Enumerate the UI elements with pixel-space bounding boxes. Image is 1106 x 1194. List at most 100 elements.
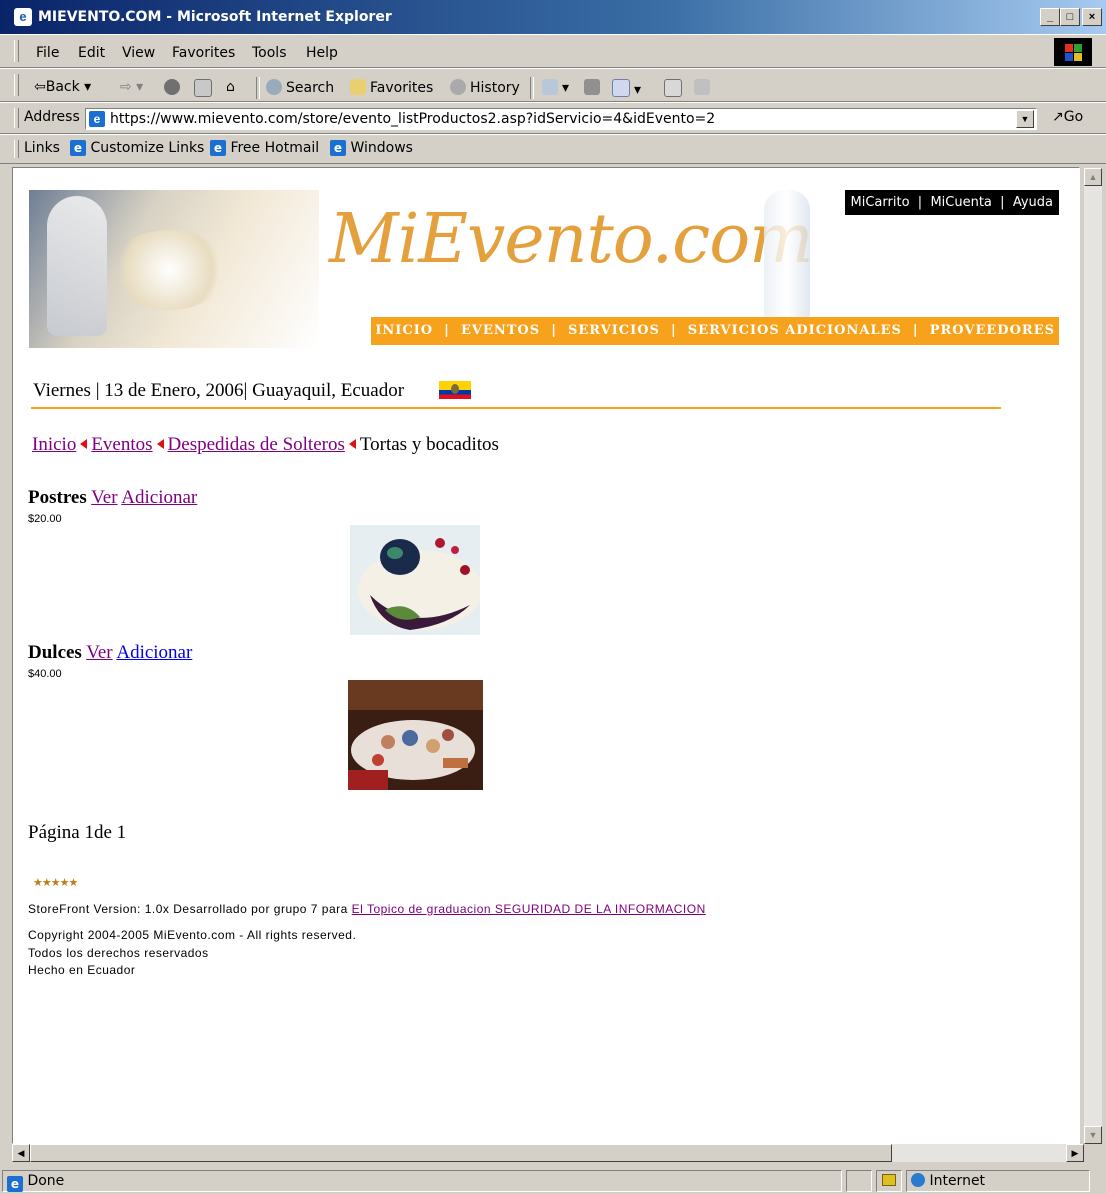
- date-line: Viernes | 13 de Enero, 2006| Guayaquil, …: [33, 380, 405, 401]
- horizontal-scroll-thumb[interactable]: [30, 1144, 892, 1162]
- history-label: History: [470, 80, 520, 96]
- toolbar-separator: [256, 77, 260, 99]
- print-icon: [584, 79, 600, 95]
- nav-eventos[interactable]: EVENTOS: [461, 323, 540, 338]
- forward-arrow-icon: ⇨ ▾: [120, 79, 144, 95]
- product-view-link[interactable]: Ver: [86, 642, 112, 663]
- scroll-right-icon[interactable]: ▶: [1066, 1144, 1084, 1162]
- breadcrumb-arrow-icon: [348, 439, 356, 449]
- nav-proveedores[interactable]: PROVEEDORES: [930, 323, 1055, 338]
- toolbar-grip: [14, 74, 19, 96]
- breadcrumb-despedidas[interactable]: Despedidas de Solteros: [168, 434, 345, 455]
- nav-ayuda[interactable]: Ayuda: [1013, 195, 1053, 210]
- vertical-scrollbar[interactable]: ▲ ▼: [1084, 168, 1102, 1144]
- bride-figure: [47, 196, 107, 336]
- address-dropdown-button[interactable]: ▼: [1016, 110, 1034, 128]
- links-bar: Links e Customize Links e Free Hotmail e…: [0, 134, 1106, 164]
- pagination: Página 1de 1: [28, 822, 127, 843]
- favorites-icon: [350, 79, 366, 95]
- discuss-button[interactable]: [664, 79, 686, 98]
- go-button[interactable]: ↗Go: [1052, 109, 1083, 125]
- breadcrumb-arrow-icon: [156, 439, 164, 449]
- product-dulces-image[interactable]: [348, 680, 483, 790]
- address-label: Address: [24, 109, 80, 125]
- made-in-text: Hecho en Ecuador: [28, 963, 136, 977]
- product-dulces: Dulces Ver Adicionar: [28, 642, 192, 664]
- edit-button[interactable]: ▾: [612, 79, 641, 98]
- breadcrumb-eventos[interactable]: Eventos: [91, 434, 152, 455]
- breadcrumb: Inicio Eventos Despedidas de Solteros Torta…: [32, 434, 499, 456]
- toolbar-separator-2: [530, 77, 534, 99]
- site-logo[interactable]: MiEvento.com: [329, 200, 814, 279]
- address-field[interactable]: e: [85, 108, 1037, 130]
- back-arrow-icon: ⇦: [34, 79, 46, 95]
- mail-icon: [542, 79, 558, 95]
- favorites-label: Favorites: [370, 80, 434, 96]
- go-label: Go: [1063, 109, 1084, 125]
- scroll-left-icon[interactable]: ◀: [12, 1144, 30, 1162]
- menu-favorites[interactable]: Favorites: [172, 45, 235, 61]
- status-pane-blank: [846, 1170, 872, 1192]
- search-button[interactable]: Search: [266, 79, 334, 96]
- link-hotmail[interactable]: e Free Hotmail: [210, 140, 319, 156]
- scroll-down-icon[interactable]: ▼: [1084, 1126, 1102, 1144]
- link-customize[interactable]: e Customize Links: [70, 140, 204, 156]
- nav-micuenta[interactable]: MiCuenta: [930, 195, 991, 210]
- link-windows-label: Windows: [350, 140, 413, 156]
- menu-file[interactable]: File: [36, 45, 59, 61]
- status-bar: e Done Internet: [0, 1168, 1106, 1194]
- back-button[interactable]: ⇦Back ▾: [34, 79, 91, 95]
- menu-view[interactable]: View: [122, 45, 155, 61]
- minimize-button[interactable]: _: [1040, 8, 1060, 26]
- link-windows[interactable]: e Windows: [330, 140, 413, 156]
- forward-button[interactable]: ⇨ ▾: [120, 79, 143, 95]
- horizontal-scrollbar[interactable]: ◀ ▶: [12, 1144, 1084, 1162]
- ie-link-icon: e: [330, 140, 346, 156]
- storefront-line: StoreFront Version: 1.0x Desarrollado po…: [28, 902, 706, 916]
- globe-icon: [911, 1173, 925, 1187]
- maximize-button[interactable]: □: [1060, 8, 1080, 26]
- menu-tools[interactable]: Tools: [252, 45, 287, 61]
- product-view-link[interactable]: Ver: [91, 487, 117, 508]
- scroll-up-icon[interactable]: ▲: [1084, 168, 1102, 186]
- close-button[interactable]: ×: [1082, 8, 1102, 26]
- rights-text: Todos los derechos reservados: [28, 945, 209, 960]
- messenger-icon: [694, 79, 710, 95]
- nav-micarrito[interactable]: MiCarrito: [851, 195, 910, 210]
- nav-servicios-adicionales[interactable]: SERVICIOS ADICIONALES: [688, 323, 902, 338]
- menu-grip[interactable]: [14, 40, 19, 62]
- history-button[interactable]: History: [450, 79, 520, 96]
- topico-link[interactable]: El Topico de graduacion SEGURIDAD DE LA …: [352, 902, 706, 916]
- menu-help[interactable]: Help: [306, 45, 338, 61]
- refresh-button[interactable]: [194, 79, 216, 98]
- home-button[interactable]: ⌂: [226, 79, 235, 95]
- menu-bar: File Edit View Favorites Tools Help: [0, 34, 1106, 68]
- champagne-glasses-icon: [764, 190, 810, 318]
- breadcrumb-inicio[interactable]: Inicio: [32, 434, 76, 455]
- nav-inicio[interactable]: INICIO: [375, 323, 433, 338]
- messenger-button[interactable]: [694, 79, 714, 96]
- breadcrumb-current: Tortas y bocaditos: [359, 434, 499, 455]
- home-icon: ⌂: [226, 79, 235, 95]
- favorites-button[interactable]: Favorites: [350, 79, 433, 96]
- address-bar: Address e ▼ ↗Go: [0, 102, 1106, 134]
- menu-edit[interactable]: Edit: [78, 45, 105, 61]
- history-icon: [450, 79, 466, 95]
- link-hotmail-label: Free Hotmail: [230, 140, 320, 156]
- stop-icon: [164, 79, 180, 95]
- stop-button[interactable]: [164, 79, 184, 96]
- product-add-link[interactable]: Adicionar: [121, 487, 197, 508]
- copyright: Copyright 2004-2005 MiEvento.com - All r…: [28, 928, 357, 942]
- print-button[interactable]: [584, 79, 604, 96]
- product-postres: Postres Ver Adicionar: [28, 487, 197, 509]
- product-postres-image[interactable]: [350, 525, 480, 635]
- product-add-link[interactable]: Adicionar: [116, 642, 192, 663]
- status-text-pane: e Done: [2, 1170, 842, 1192]
- address-input[interactable]: [110, 111, 1010, 127]
- back-label: Back: [45, 79, 80, 95]
- ie-app-icon[interactable]: e: [14, 8, 32, 26]
- mail-button[interactable]: ▾: [542, 79, 569, 96]
- footer-text: Copyright 2004-2005 MiEvento.com - All r…: [28, 927, 356, 980]
- product-price: $20.00: [28, 513, 62, 525]
- nav-servicios[interactable]: SERVICIOS: [568, 323, 660, 338]
